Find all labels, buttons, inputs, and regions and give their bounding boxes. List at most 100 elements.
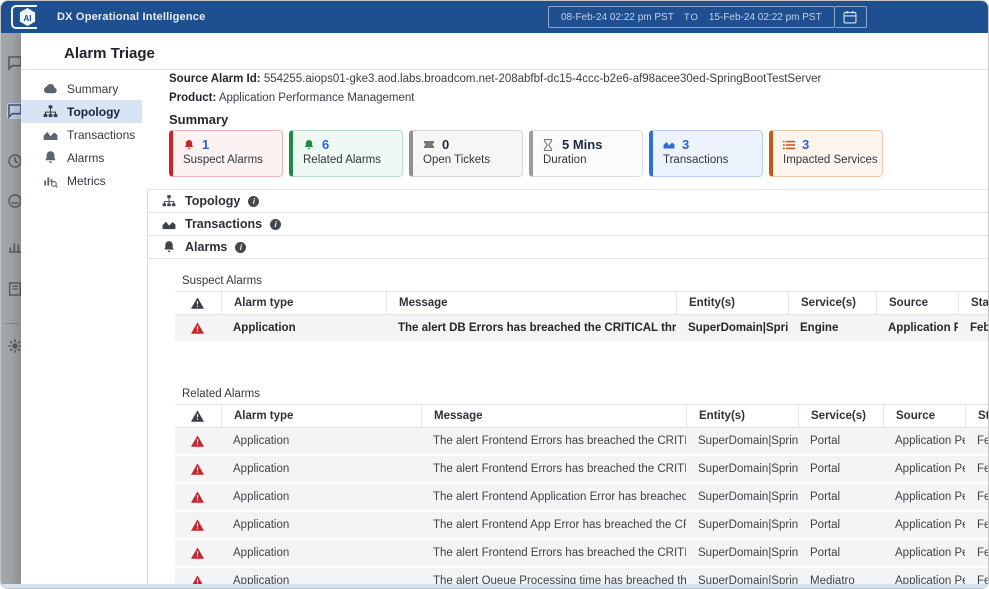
info-icon[interactable]: i [270, 219, 281, 230]
page-title: Alarm Triage [64, 45, 155, 62]
bell-icon [162, 240, 177, 255]
card-value: 3 [802, 137, 809, 152]
transactions-chart-icon [162, 217, 177, 232]
hourglass-icon [543, 138, 556, 151]
cell-entity: SuperDomain|SpringB... [686, 456, 798, 482]
date-range-picker[interactable]: 08-Feb-24 02:22 pm PST TO 15-Feb-24 02:2… [548, 6, 867, 28]
cell-message: The alert Frontend Application Error has… [421, 484, 686, 510]
card-value: 0 [442, 137, 449, 152]
cell-service: Portal [798, 512, 883, 538]
nav-item-summary[interactable]: Summary [21, 77, 142, 100]
source-alarm-line: Source Alarm Id: 554255.aiops01-gke3.aod… [169, 73, 821, 85]
cell-start: Feb [958, 315, 989, 341]
cell-source: Application Perf... [883, 456, 965, 482]
table-row[interactable]: ApplicationThe alert Frontend Errors has… [175, 540, 989, 568]
related-alarms-title: Related Alarms [182, 388, 260, 400]
nav-item-alarms[interactable]: Alarms [21, 146, 142, 169]
date-from: 08-Feb-24 02:22 pm PST [561, 12, 674, 23]
source-alarm-label: Source Alarm Id: [169, 73, 261, 85]
table-row[interactable]: ApplicationThe alert Frontend Applicatio… [175, 484, 989, 512]
related-alarms-table: Alarm type Message Entity(s) Service(s) … [175, 404, 989, 589]
info-icon[interactable]: i [235, 242, 246, 253]
logo-text: AI [23, 14, 31, 23]
col-start-time[interactable]: Start time [958, 292, 989, 314]
bell-alarm-icon [183, 138, 196, 151]
card-value: 3 [682, 137, 689, 152]
col-start-time[interactable]: Start time [965, 405, 989, 427]
cell-entity: SuperDomain|SpringB... [686, 540, 798, 566]
nav-item-metrics[interactable]: Metrics [21, 169, 142, 192]
cell-source: Application Perf... [883, 484, 965, 510]
nav-item-topology[interactable]: Topology [21, 100, 142, 123]
cell-service: Portal [798, 456, 883, 482]
calendar-icon[interactable] [835, 6, 867, 28]
critical-severity-icon [175, 428, 221, 454]
card-label: Duration [543, 154, 634, 166]
services-list-icon [783, 138, 796, 151]
table-row[interactable]: ApplicationThe alert DB Errors has breac… [175, 315, 989, 343]
card-label: Suspect Alarms [183, 154, 274, 166]
cloud-icon [43, 81, 58, 96]
notebook-icon [7, 281, 21, 297]
col-source[interactable]: Source [876, 292, 958, 314]
date-range-field[interactable]: 08-Feb-24 02:22 pm PST TO 15-Feb-24 02:2… [548, 6, 835, 28]
nav-item-label: Summary [67, 82, 118, 96]
summary-cards: 1 Suspect Alarms 6 Related Alarms 0 Open… [169, 130, 883, 177]
card-label: Transactions [663, 154, 754, 166]
col-message[interactable]: Message [386, 292, 676, 314]
topology-icon [43, 104, 58, 119]
app-title: DX Operational Intelligence [57, 11, 205, 23]
summary-heading: Summary [169, 112, 228, 127]
card-transactions[interactable]: 3 Transactions [649, 130, 763, 177]
cell-type: Application [221, 484, 421, 510]
card-impacted-services[interactable]: 3 Impacted Services [769, 130, 883, 177]
col-entity[interactable]: Entity(s) [686, 405, 798, 427]
table-header-row: Alarm type Message Entity(s) Service(s) … [175, 291, 989, 315]
col-source[interactable]: Source [883, 405, 965, 427]
cell-service: Portal [798, 484, 883, 510]
transactions-chart-icon [43, 127, 58, 142]
info-icon[interactable]: i [248, 196, 259, 207]
bar-chart-icon [7, 238, 21, 254]
date-to-label: TO [684, 12, 699, 23]
card-label: Open Tickets [423, 154, 514, 166]
cell-start: Feb [965, 428, 989, 454]
cell-start: Feb [965, 512, 989, 538]
nav-item-transactions[interactable]: Transactions [21, 123, 142, 146]
horizontal-scrollbar[interactable] [1, 584, 988, 588]
product-value: Application Performance Management [219, 92, 415, 104]
accordion-alarms[interactable]: Alarms i [148, 236, 989, 259]
col-message[interactable]: Message [421, 405, 686, 427]
cell-service: Portal [798, 428, 883, 454]
cell-message: The alert Frontend Errors has breached t… [421, 540, 686, 566]
col-alarm-type[interactable]: Alarm type [221, 405, 421, 427]
col-service[interactable]: Service(s) [788, 292, 876, 314]
card-value: 1 [202, 137, 209, 152]
accordion-topology[interactable]: Topology i [148, 190, 989, 213]
cell-entity: SuperDomain|SpringBo... [676, 315, 788, 341]
cell-start: Feb [965, 456, 989, 482]
cell-message: The alert Frontend Errors has breached t… [421, 428, 686, 454]
topology-icon [162, 194, 177, 209]
face-icon [7, 193, 21, 209]
bell-icon [43, 150, 58, 165]
table-row[interactable]: ApplicationThe alert Frontend Errors has… [175, 456, 989, 484]
col-alarm-type[interactable]: Alarm type [221, 292, 386, 314]
table-row[interactable]: ApplicationThe alert Frontend Errors has… [175, 428, 989, 456]
suspect-alarms-title: Suspect Alarms [182, 275, 262, 287]
card-suspect-alarms[interactable]: 1 Suspect Alarms [169, 130, 283, 177]
card-duration[interactable]: 5 Mins Duration [529, 130, 643, 177]
accordion-transactions[interactable]: Transactions i [148, 213, 989, 236]
cell-source: Application Per... [876, 315, 958, 341]
accordion-label: Alarms [185, 240, 227, 254]
dx-logo-icon: AI [11, 5, 43, 29]
cell-message: The alert Frontend Errors has breached t… [421, 456, 686, 482]
card-open-tickets[interactable]: 0 Open Tickets [409, 130, 523, 177]
chat-alert-icon [7, 103, 21, 119]
critical-severity-icon [175, 540, 221, 566]
card-related-alarms[interactable]: 6 Related Alarms [289, 130, 403, 177]
product-line: Product: Application Performance Managem… [169, 92, 414, 104]
col-service[interactable]: Service(s) [798, 405, 883, 427]
col-entity[interactable]: Entity(s) [676, 292, 788, 314]
table-row[interactable]: ApplicationThe alert Frontend App Error … [175, 512, 989, 540]
